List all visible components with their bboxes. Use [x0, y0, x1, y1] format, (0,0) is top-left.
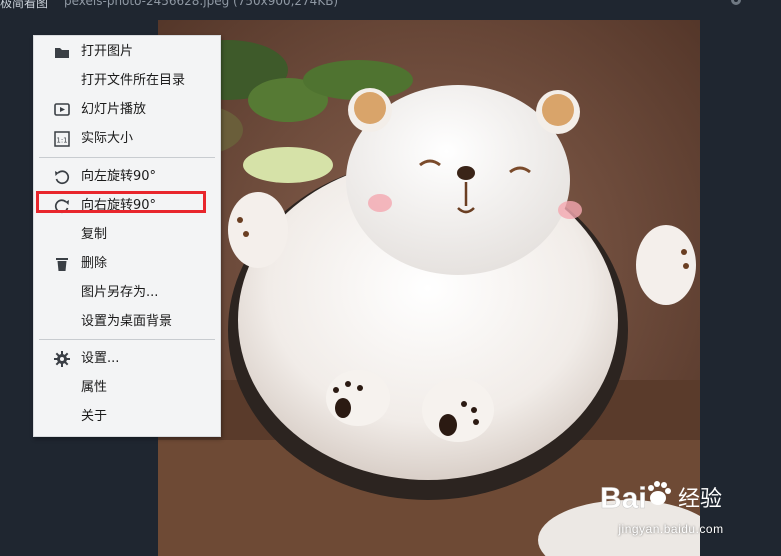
menu-item-about[interactable]: 关于	[34, 404, 220, 430]
menu-item-label: 打开图片	[81, 44, 134, 59]
menu-item-label: 幻灯片播放	[81, 102, 147, 117]
app-title: 极简看图	[0, 0, 49, 10]
menu-item-label: 向左旋转90°	[81, 169, 157, 184]
menu-separator	[39, 157, 215, 158]
menu-separator	[39, 339, 215, 340]
menu-item-rotate-left[interactable]: 向左旋转90°	[34, 164, 220, 190]
menu-item-label: 实际大小	[81, 131, 134, 146]
menu-item-properties[interactable]: 属性	[34, 375, 220, 401]
rotate-left-icon	[55, 170, 70, 185]
actual-size-icon-text: 1:1	[56, 137, 67, 145]
menu-item-set-wallpaper[interactable]: 设置为桌面背景	[34, 309, 220, 335]
context-menu: 打开图片 打开文件所在目录 幻灯片播放 1:1 实际大小 向左旋转90° 向右旋…	[33, 35, 221, 437]
gear-icon[interactable]	[728, 0, 744, 8]
menu-item-label: 属性	[81, 380, 108, 395]
svg-text:Bai: Bai	[600, 482, 647, 515]
menu-item-save-as[interactable]: 图片另存为...	[34, 280, 220, 306]
menu-item-label: 打开文件所在目录	[81, 73, 186, 88]
menu-item-label: 删除	[81, 256, 108, 271]
menu-item-open-folder[interactable]: 打开文件所在目录	[34, 68, 220, 94]
menu-item-label: 关于	[81, 409, 108, 424]
menu-item-actual-size[interactable]: 1:1 实际大小	[34, 126, 220, 152]
trash-icon	[56, 258, 68, 271]
menu-item-settings[interactable]: 设置...	[34, 346, 220, 372]
slideshow-icon	[54, 103, 70, 116]
menu-item-open-image[interactable]: 打开图片	[34, 39, 220, 65]
highlight-annotation	[36, 191, 206, 213]
menu-item-delete[interactable]: 删除	[34, 251, 220, 277]
gear-icon	[54, 351, 70, 367]
menu-item-label: 设置为桌面背景	[81, 314, 173, 329]
folder-icon	[55, 48, 69, 58]
menu-item-slideshow[interactable]: 幻灯片播放	[34, 97, 220, 123]
menu-item-label: 图片另存为...	[81, 285, 159, 300]
actual-size-icon: 1:1	[54, 131, 70, 147]
baidu-watermark: Bai 经验 jingyan.baidu.com	[596, 468, 746, 548]
menu-item-label: 设置...	[81, 351, 120, 366]
watermark-url: jingyan.baidu.com	[618, 522, 724, 536]
baidu-logo: Bai 经验	[600, 481, 722, 515]
title-bar: 极简看图 pexels-photo-2456628.jpeg (750x900,…	[0, 0, 781, 18]
svg-text:经验: 经验	[678, 487, 722, 512]
menu-item-copy[interactable]: 复制	[34, 222, 220, 248]
menu-item-label: 复制	[81, 227, 108, 242]
viewer-window: 极简看图 pexels-photo-2456628.jpeg (750x900,…	[0, 0, 781, 556]
file-info: pexels-photo-2456628.jpeg (750x900,274KB…	[64, 0, 339, 8]
